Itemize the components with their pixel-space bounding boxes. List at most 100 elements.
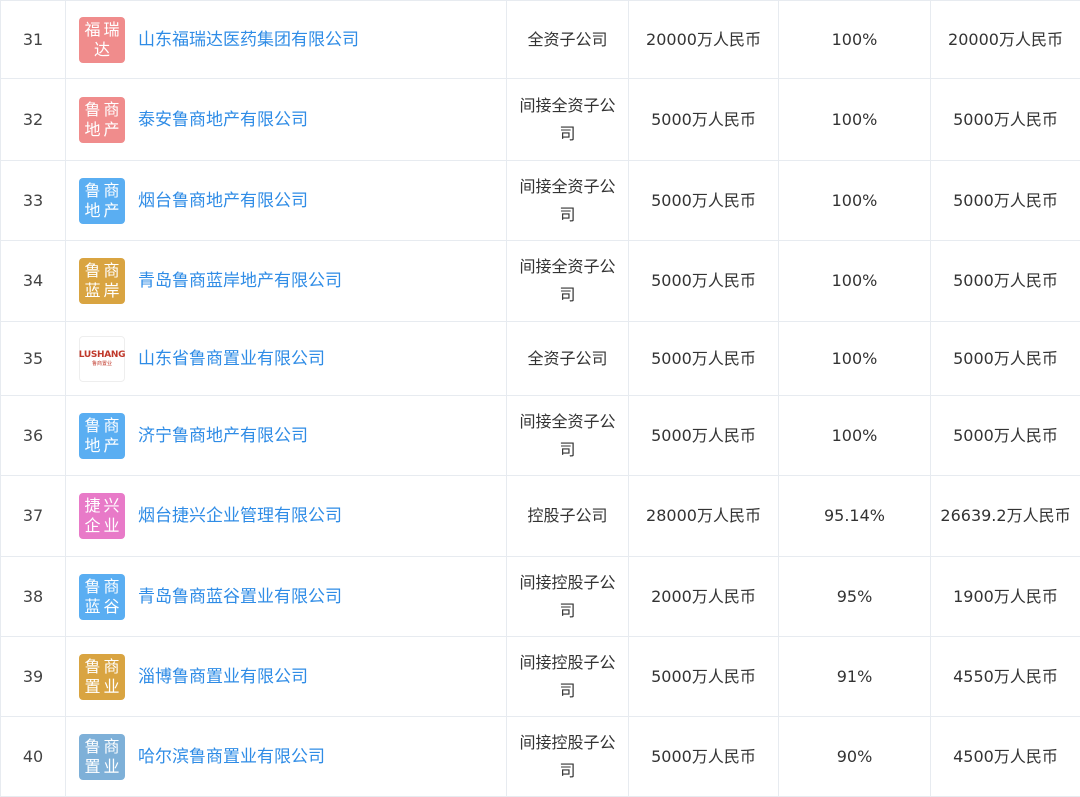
logo-char: 产 <box>103 437 119 455</box>
logo-char: 商 <box>103 578 119 596</box>
holding-type: 间接控股子公司 <box>507 557 629 637</box>
company-cell: LUSHANG鲁商置业山东省鲁商置业有限公司 <box>66 322 507 396</box>
table-row: 32鲁商地产泰安鲁商地产有限公司间接全资子公司5000万人民币100%5000万… <box>1 79 1080 161</box>
logo-char: 商 <box>103 658 119 676</box>
company-name-link[interactable]: 哈尔滨鲁商置业有限公司 <box>138 743 325 771</box>
company-name-link[interactable]: 烟台鲁商地产有限公司 <box>138 187 308 215</box>
logo-char: 商 <box>103 738 119 756</box>
row-index: 33 <box>1 161 66 241</box>
holding-ratio: 100% <box>779 322 931 396</box>
row-index: 39 <box>1 637 66 717</box>
company-name-link[interactable]: 山东省鲁商置业有限公司 <box>138 345 325 373</box>
table-row: 38鲁商蓝谷青岛鲁商蓝谷置业有限公司间接控股子公司2000万人民币95%1900… <box>1 557 1080 637</box>
investment-amount: 26639.2万人民币 <box>931 476 1080 557</box>
logo-char: 鲁 <box>84 658 100 676</box>
holding-ratio: 95.14% <box>779 476 931 557</box>
company-cell: 鲁商蓝谷青岛鲁商蓝谷置业有限公司 <box>66 557 507 637</box>
row-index: 35 <box>1 322 66 396</box>
row-index: 36 <box>1 396 66 476</box>
logo-char: 鲁 <box>84 182 100 200</box>
logo-char: 岸 <box>103 282 119 300</box>
logo-char: 商 <box>103 182 119 200</box>
table-row: 37 捷兴企业烟台捷兴企业管理有限公司 控股子公司28000万人民币95.14%26… <box>1 476 1080 557</box>
investment-amount: 5000万人民币 <box>931 396 1080 476</box>
company-logo[interactable]: LUSHANG鲁商置业 <box>79 336 125 382</box>
company-cell: 鲁商置业哈尔滨鲁商置业有限公司 <box>66 717 507 797</box>
logo-char: 业 <box>103 758 119 776</box>
logo-char: 谷 <box>103 598 119 616</box>
investment-amount: 4500万人民币 <box>931 717 1080 797</box>
holding-type: 间接全资子公司 <box>507 161 629 241</box>
table-row: 40鲁商置业哈尔滨鲁商置业有限公司间接控股子公司5000万人民币90%4500万… <box>1 717 1080 797</box>
company-logo[interactable]: 鲁商地产 <box>79 413 125 459</box>
logo-char: 达 <box>94 41 110 59</box>
company-cell: 鲁商地产烟台鲁商地产有限公司 <box>66 161 507 241</box>
holding-ratio: 95% <box>779 557 931 637</box>
registered-capital: 20000万人民币 <box>629 1 779 79</box>
investment-amount: 4550万人民币 <box>931 637 1080 717</box>
company-name-link[interactable]: 青岛鲁商蓝谷置业有限公司 <box>138 583 342 611</box>
company-cell: 鲁商蓝岸青岛鲁商蓝岸地产有限公司 <box>66 241 507 322</box>
investment-amount: 20000万人民币 <box>931 1 1080 79</box>
holding-type: 控股子公司 <box>507 476 629 557</box>
holding-ratio: 100% <box>779 241 931 322</box>
investment-amount: 5000万人民币 <box>931 79 1080 161</box>
logo-char: 置 <box>84 678 100 696</box>
logo-char: 产 <box>103 121 119 139</box>
holding-type: 间接全资子公司 <box>507 79 629 161</box>
company-cell: 鲁商地产泰安鲁商地产有限公司 <box>66 79 507 161</box>
company-cell: 鲁商地产济宁鲁商地产有限公司 <box>66 396 507 476</box>
holding-type: 间接全资子公司 <box>507 241 629 322</box>
holding-type: 间接全资子公司 <box>507 396 629 476</box>
company-cell: 鲁商置业淄博鲁商置业有限公司 <box>66 637 507 717</box>
company-name-link[interactable]: 泰安鲁商地产有限公司 <box>138 106 308 134</box>
holding-ratio: 90% <box>779 717 931 797</box>
row-index: 40 <box>1 717 66 797</box>
logo-char: 兴 <box>103 497 119 515</box>
logo-char: 捷 <box>84 497 100 515</box>
logo-char: 产 <box>103 202 119 220</box>
registered-capital: 5000万人民币 <box>629 717 779 797</box>
row-index: 32 <box>1 79 66 161</box>
holding-ratio: 100% <box>779 161 931 241</box>
table-body: 31福瑞达山东福瑞达医药集团有限公司全资子公司20000万人民币100%2000… <box>1 1 1080 797</box>
company-name-link[interactable]: 淄博鲁商置业有限公司 <box>138 663 308 691</box>
company-logo[interactable]: 鲁商地产 <box>79 97 125 143</box>
table-row: 34鲁商蓝岸青岛鲁商蓝岸地产有限公司间接全资子公司5000万人民币100%500… <box>1 241 1080 322</box>
company-name-link[interactable]: 济宁鲁商地产有限公司 <box>138 422 308 450</box>
holding-type: 全资子公司 <box>507 322 629 396</box>
logo-brand-subtext: 鲁商置业 <box>92 361 112 367</box>
company-logo[interactable]: 鲁商蓝谷 <box>79 574 125 620</box>
logo-char: 鲁 <box>84 101 100 119</box>
company-logo[interactable]: 鲁商置业 <box>79 734 125 780</box>
company-name-link[interactable]: 山东福瑞达医药集团有限公司 <box>138 26 359 54</box>
holding-type: 全资子公司 <box>507 1 629 79</box>
investment-amount: 5000万人民币 <box>931 241 1080 322</box>
logo-char: 鲁 <box>84 738 100 756</box>
company-logo[interactable]: 鲁商蓝岸 <box>79 258 125 304</box>
company-name-link[interactable]: 烟台捷兴企业管理有限公司 <box>138 502 342 530</box>
logo-char: 业 <box>103 517 119 535</box>
company-logo[interactable]: 鲁商置业 <box>79 654 125 700</box>
table-row: 36鲁商地产济宁鲁商地产有限公司间接全资子公司5000万人民币100%5000万… <box>1 396 1080 476</box>
registered-capital: 5000万人民币 <box>629 241 779 322</box>
logo-char: 商 <box>103 262 119 280</box>
holding-ratio: 100% <box>779 396 931 476</box>
table-row: 33鲁商地产烟台鲁商地产有限公司间接全资子公司5000万人民币100%5000万… <box>1 161 1080 241</box>
logo-char: 置 <box>84 758 100 776</box>
company-name-link[interactable]: 青岛鲁商蓝岸地产有限公司 <box>138 267 342 295</box>
registered-capital: 2000万人民币 <box>629 557 779 637</box>
row-index: 37 <box>1 476 66 557</box>
logo-char: 地 <box>84 121 100 139</box>
holding-ratio: 100% <box>779 1 931 79</box>
company-logo[interactable]: 鲁商地产 <box>79 178 125 224</box>
registered-capital: 5000万人民币 <box>629 79 779 161</box>
registered-capital: 28000万人民币 <box>629 476 779 557</box>
table-row: 39鲁商置业淄博鲁商置业有限公司间接控股子公司5000万人民币91%4550万人… <box>1 637 1080 717</box>
registered-capital: 5000万人民币 <box>629 161 779 241</box>
company-logo[interactable]: 福瑞达 <box>79 17 125 63</box>
logo-char: 商 <box>103 101 119 119</box>
logo-char: 蓝 <box>84 282 100 300</box>
holding-ratio: 91% <box>779 637 931 717</box>
company-logo[interactable]: 捷兴企业 <box>79 493 125 539</box>
